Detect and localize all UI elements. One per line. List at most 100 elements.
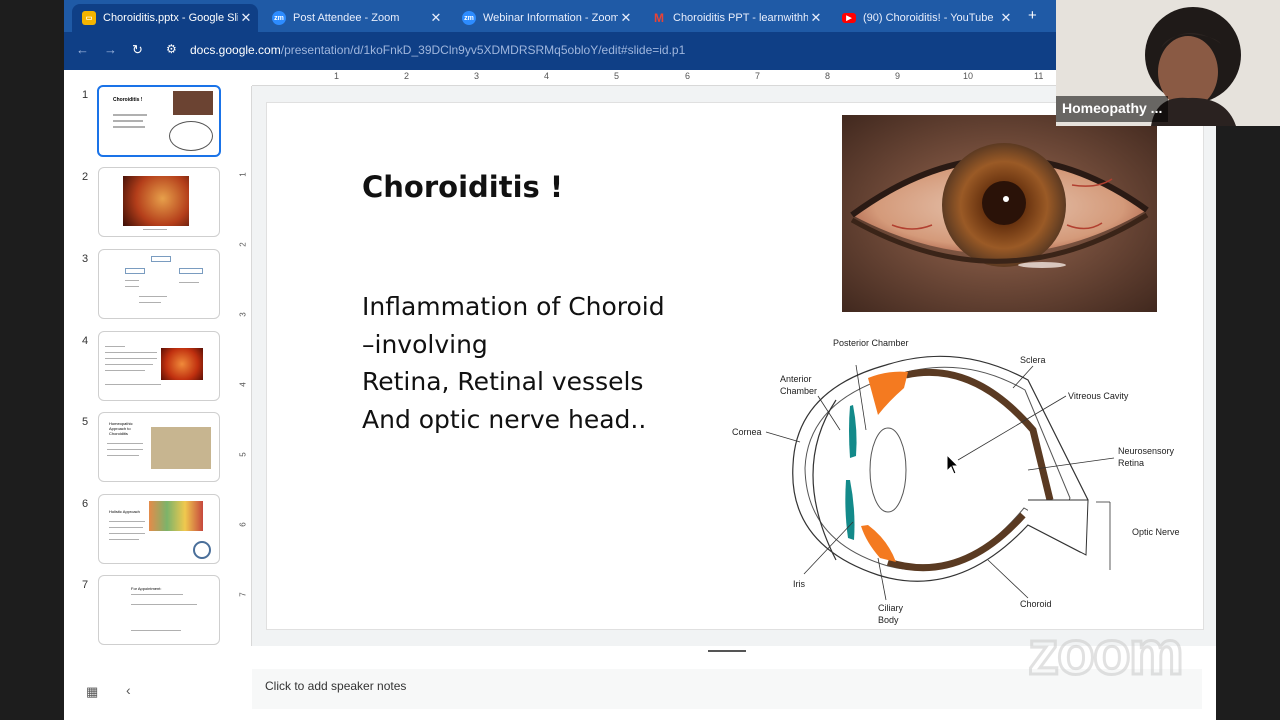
slide-thumbnail-4[interactable] xyxy=(98,331,220,401)
thumbnail-number: 2 xyxy=(82,171,89,183)
text-line xyxy=(125,280,139,281)
ruler-label: 5 xyxy=(614,71,620,81)
label-choroid: Choroid xyxy=(1020,599,1052,609)
ruler-label: 7 xyxy=(755,71,761,81)
text-line xyxy=(179,282,199,283)
body-line: Inflammation of Choroid xyxy=(362,292,665,321)
google-slides-icon: ▭ xyxy=(82,11,96,25)
label-iris: Iris xyxy=(793,579,805,589)
ruler-label: 6 xyxy=(238,522,248,527)
ruler-label: 4 xyxy=(238,382,248,387)
body-line: –involving xyxy=(362,329,488,359)
back-arrow-icon[interactable]: ← xyxy=(76,42,89,57)
ruler-label: 4 xyxy=(544,71,550,81)
eye-diagram-thumb xyxy=(169,121,213,151)
tab-title: (90) Choroiditis! - YouTube xyxy=(863,12,994,24)
tab-gmail-choroiditis-ppt[interactable]: M Choroiditis PPT - learnwithhh ✕ xyxy=(642,4,828,32)
slide-thumbnail-1[interactable]: Choroiditis ! xyxy=(97,85,221,157)
ruler-label: 7 xyxy=(238,592,248,597)
close-tab-icon[interactable]: ✕ xyxy=(808,10,824,26)
close-tab-icon[interactable]: ✕ xyxy=(428,10,444,26)
label-ciliary-body: Ciliary Body xyxy=(878,603,904,625)
text-line xyxy=(107,455,139,456)
close-tab-icon[interactable]: ✕ xyxy=(618,10,634,26)
thumbnail-title: For Appointment: xyxy=(131,586,162,591)
vertical-ruler: 1 2 3 4 5 6 7 xyxy=(238,86,252,646)
mouse-cursor-icon xyxy=(946,454,960,475)
tab-title: Choroiditis.pptx - Google Slid xyxy=(103,12,238,24)
text-line xyxy=(113,126,145,128)
url-path: /presentation/d/1koFnkD_39DCln9yv5XDMDRS… xyxy=(280,43,686,57)
text-line xyxy=(109,527,143,528)
text-line xyxy=(139,302,161,303)
eye-anatomy-diagram[interactable]: Posterior Chamber Sclera Anterior Chambe… xyxy=(728,330,1198,630)
ruler-label: 11 xyxy=(1034,71,1044,81)
text-line xyxy=(105,364,153,365)
close-tab-icon[interactable]: ✕ xyxy=(998,10,1014,26)
slide-body[interactable]: Inflammation of Choroid –involving Retin… xyxy=(362,288,722,438)
thumbnail-title: Choroiditis ! xyxy=(113,97,143,103)
ruler-label: 3 xyxy=(474,71,480,81)
tab-google-slides[interactable]: ▭ Choroiditis.pptx - Google Slid ✕ xyxy=(72,4,258,32)
tab-youtube-choroiditis[interactable]: ▶ (90) Choroiditis! - YouTube ✕ xyxy=(832,4,1018,32)
text-line xyxy=(105,384,161,385)
text-line xyxy=(109,539,139,540)
grid-view-icon[interactable]: ▦ xyxy=(86,684,98,700)
text-line xyxy=(131,604,197,605)
thumbnail-title: Homeopathic Approach to Choroiditis xyxy=(109,421,133,436)
tab-title: Webinar Information - Zoom xyxy=(483,12,618,24)
reload-icon[interactable]: ↻ xyxy=(132,42,143,58)
text-line xyxy=(131,594,183,595)
text-line xyxy=(109,533,145,534)
label-posterior-chamber: Posterior Chamber xyxy=(833,338,909,348)
ruler-label: 10 xyxy=(963,71,974,81)
text-line xyxy=(113,120,143,122)
address-bar: ← → ↻ ⚙ docs.google.com/presentation/d/1… xyxy=(64,32,1056,70)
thumbnail-number: 3 xyxy=(82,253,89,265)
slide-thumbnail-6[interactable]: Holistic Approach xyxy=(98,494,220,564)
participant-name-label: Homeopathy ... xyxy=(1056,96,1169,122)
gmail-icon: M xyxy=(654,11,664,25)
collapse-panel-icon[interactable]: ‹ xyxy=(126,682,131,698)
inflamed-eye-photo[interactable] xyxy=(842,115,1157,312)
ruler-label: 1 xyxy=(334,71,340,81)
url-field[interactable]: docs.google.com/presentation/d/1koFnkD_3… xyxy=(190,43,685,57)
browser-tab-bar: ▭ Choroiditis.pptx - Google Slid ✕ zm Po… xyxy=(64,0,1056,32)
slide-thumbnail-2[interactable] xyxy=(98,167,220,237)
text-line xyxy=(131,630,181,631)
ruler-label: 5 xyxy=(238,452,248,457)
label-neurosensory-retina: Neurosensory Retina xyxy=(1118,446,1175,468)
forward-arrow-icon[interactable]: → xyxy=(104,42,117,57)
ruler-label: 8 xyxy=(825,71,831,81)
tab-post-attendee-zoom[interactable]: zm Post Attendee - Zoom ✕ xyxy=(262,4,448,32)
clock-icon xyxy=(193,541,211,559)
remedies-photo-thumb xyxy=(151,427,211,469)
ruler-label: 2 xyxy=(238,242,248,247)
right-dark-border xyxy=(1216,126,1280,720)
text-line xyxy=(105,370,145,371)
text-line xyxy=(125,286,139,287)
thumbnail-number: 1 xyxy=(82,89,89,101)
slide-title[interactable]: Choroiditis ! xyxy=(362,170,563,204)
site-settings-icon[interactable]: ⚙ xyxy=(166,42,177,56)
slide-thumbnail-7[interactable]: For Appointment: xyxy=(98,575,220,645)
participant-video-tile[interactable]: Homeopathy ... xyxy=(1056,0,1280,126)
slide-thumbnail-5[interactable]: Homeopathic Approach to Choroiditis xyxy=(98,412,220,482)
tab-webinar-information-zoom[interactable]: zm Webinar Information - Zoom ✕ xyxy=(452,4,638,32)
tab-title: Choroiditis PPT - learnwithhh xyxy=(673,12,808,24)
ruler-label: 9 xyxy=(895,71,901,81)
tab-title: Post Attendee - Zoom xyxy=(293,12,400,24)
flowchart-box xyxy=(179,268,203,274)
zoom-icon: zm xyxy=(272,11,286,25)
close-tab-icon[interactable]: ✕ xyxy=(238,10,254,26)
youtube-icon: ▶ xyxy=(842,13,856,23)
text-line xyxy=(109,521,145,522)
label-cornea: Cornea xyxy=(732,427,762,437)
ruler-label: 3 xyxy=(238,312,248,317)
new-tab-button[interactable]: + xyxy=(1028,7,1037,24)
screen: ▭ Choroiditis.pptx - Google Slid ✕ zm Po… xyxy=(0,0,1280,720)
left-dark-border xyxy=(0,0,64,720)
body-line: Retina, Retinal vessels xyxy=(362,367,644,396)
slide-thumbnail-3[interactable] xyxy=(98,249,220,319)
notes-resize-handle[interactable] xyxy=(708,650,746,652)
